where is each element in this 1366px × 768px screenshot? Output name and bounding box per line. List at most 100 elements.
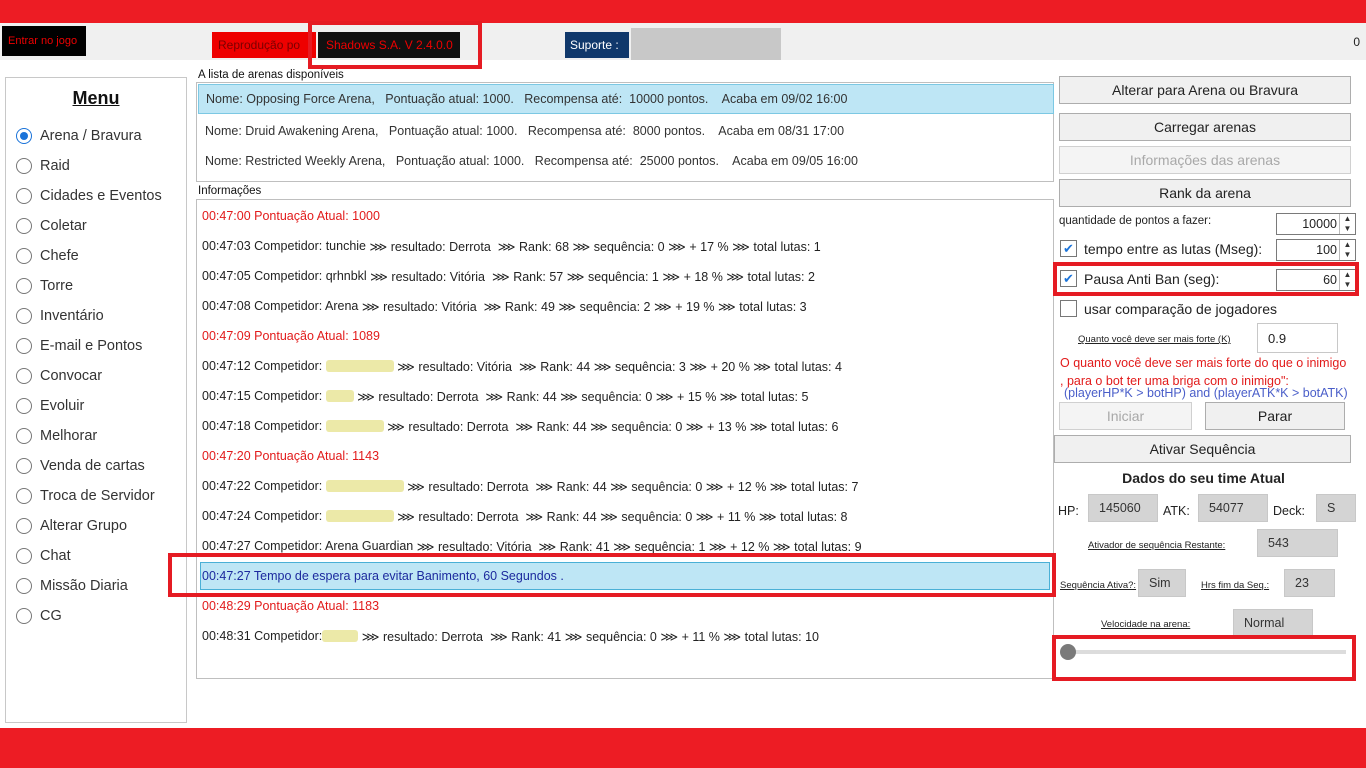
radio-icon[interactable] — [16, 548, 32, 564]
interval-stepper[interactable]: 100 ▲ ▼ — [1276, 239, 1356, 261]
menu-item[interactable]: CG — [16, 606, 62, 626]
activate-sequence-button[interactable]: Ativar Sequência — [1054, 435, 1351, 463]
sequence-end-hours-label: Hrs fim da Seq.: — [1201, 580, 1270, 591]
menu-item[interactable]: Arena / Bravura — [16, 126, 142, 146]
menu-item[interactable]: Alterar Grupo — [16, 516, 127, 536]
menu-item[interactable]: Convocar — [16, 366, 102, 386]
redacted-name — [325, 360, 394, 372]
support-field[interactable] — [631, 28, 781, 60]
annotation-box-anti-ban — [1053, 262, 1359, 296]
radio-icon[interactable] — [16, 398, 32, 414]
arena-row[interactable]: Nome: Druid Awakening Arena, Pontuação a… — [198, 116, 1054, 146]
menu-item[interactable]: Evoluir — [16, 396, 84, 416]
log-row: 00:47:08 Competidor: Arena ⋙ resultado: … — [202, 296, 807, 316]
radio-icon[interactable] — [16, 458, 32, 474]
menu-item[interactable]: Coletar — [16, 216, 87, 236]
arena-rank-button[interactable]: Rank da arena — [1059, 179, 1351, 207]
log-competitor: Competidor: — [250, 389, 326, 403]
radio-icon[interactable] — [16, 338, 32, 354]
start-button[interactable]: Iniciar — [1059, 402, 1192, 430]
menu-item-label: E-mail e Pontos — [40, 338, 143, 354]
menu-item-label: Melhorar — [40, 428, 98, 444]
arena-row[interactable]: Nome: Restricted Weekly Arena, Pontuação… — [198, 146, 1054, 176]
arena-row[interactable]: Nome: Opposing Force Arena, Pontuação at… — [198, 84, 1054, 114]
annotation-box-slider — [1052, 635, 1356, 681]
menu-item-label: Chat — [40, 548, 71, 564]
radio-icon[interactable] — [16, 158, 32, 174]
menu-item[interactable]: Cidades e Eventos — [16, 186, 162, 206]
arena-speed-value: Normal — [1233, 609, 1313, 637]
log-time: 00:47:18 — [202, 419, 251, 433]
radio-icon[interactable] — [16, 128, 32, 144]
log-competitor: Competidor: Arena — [250, 299, 359, 313]
menu-item-label: Coletar — [40, 218, 87, 234]
menu-item[interactable]: Chefe — [16, 246, 79, 266]
menu-item[interactable]: Troca de Servidor — [16, 486, 155, 506]
log-time: 00:47:09 — [202, 329, 251, 343]
menu-item[interactable]: Raid — [16, 156, 70, 176]
radio-icon[interactable] — [16, 248, 32, 264]
stepper-down-icon[interactable]: ▼ — [1340, 250, 1355, 260]
compare-players-checkbox[interactable] — [1060, 300, 1077, 317]
menu-item[interactable]: Melhorar — [16, 426, 97, 446]
load-arenas-button[interactable]: Carregar arenas — [1059, 113, 1351, 141]
arena-info-button[interactable]: Informações das arenas — [1059, 146, 1351, 174]
log-row: 00:47:15 Competidor: ⋙ resultado: Derrot… — [202, 386, 808, 406]
sequence-active-value: Sim — [1138, 569, 1186, 597]
log-time: 00:48:29 — [202, 599, 251, 613]
redacted-name — [325, 510, 394, 522]
menu-item[interactable]: E-mail e Pontos — [16, 336, 142, 356]
points-stepper[interactable]: 10000 ▲ ▼ — [1276, 213, 1356, 235]
switch-arena-bravura-button[interactable]: Alterar para Arena ou Bravura — [1059, 76, 1351, 104]
log-result: ⋙ resultado: Vitória ⋙ Rank: 41 ⋙ sequên… — [413, 539, 862, 554]
k-factor-formula: (playerHP*K > botHP) and (playerATK*K > … — [1064, 386, 1348, 400]
menu-item[interactable]: Chat — [16, 546, 71, 566]
log-row: 00:48:29 Pontuação Atual: 1183 — [202, 596, 379, 616]
log-result: ⋙ resultado: Derrota ⋙ Rank: 44 ⋙ sequên… — [403, 479, 859, 494]
info-label: Informações — [198, 185, 262, 197]
log-message: Pontuação Atual: 1000 — [250, 209, 380, 223]
radio-icon[interactable] — [16, 608, 32, 624]
stepper-up-icon[interactable]: ▲ — [1340, 214, 1355, 224]
enter-game-button[interactable]: Entrar no jogo — [2, 26, 86, 56]
stop-button[interactable]: Parar — [1205, 402, 1345, 430]
radio-icon[interactable] — [16, 278, 32, 294]
log-row: 00:47:24 Competidor: ⋙ resultado: Derrot… — [202, 506, 848, 526]
stepper-up-icon[interactable]: ▲ — [1340, 240, 1355, 250]
log-time: 00:47:03 — [202, 239, 251, 253]
log-competitor: Competidor: Arena Guardian — [250, 539, 414, 553]
radio-icon[interactable] — [16, 368, 32, 384]
radio-icon[interactable] — [16, 488, 32, 504]
menu-item-label: Alterar Grupo — [40, 518, 128, 534]
radio-icon[interactable] — [16, 308, 32, 324]
menu-item-label: Chefe — [40, 248, 79, 264]
log-message: Pontuação Atual: 1143 — [250, 449, 380, 463]
menu-item[interactable]: Inventário — [16, 306, 104, 326]
stepper-down-icon[interactable]: ▼ — [1340, 224, 1355, 234]
menu-item-label: Troca de Servidor — [40, 488, 155, 504]
radio-icon[interactable] — [16, 188, 32, 204]
radio-icon[interactable] — [16, 218, 32, 234]
log-competitor: Competidor: — [250, 509, 326, 523]
k-factor-input[interactable]: 0.9 — [1257, 323, 1338, 353]
radio-icon[interactable] — [16, 578, 32, 594]
deck-value: S — [1316, 494, 1356, 522]
log-row: 00:47:05 Competidor: qrhnbkl ⋙ resultado… — [202, 266, 815, 286]
menu-item[interactable]: Missão Diaria — [16, 576, 128, 596]
menu-panel: Menu Arena / Bravura Raid Cidades e Evento… — [5, 77, 187, 723]
log-competitor: Competidor: — [250, 419, 326, 433]
menu-item[interactable]: Venda de cartas — [16, 456, 145, 476]
menu-item-label: Arena / Bravura — [40, 128, 142, 144]
log-row: 00:47:12 Competidor: ⋙ resultado: Vitóri… — [202, 356, 842, 376]
menu-item-label: Evoluir — [40, 398, 85, 414]
log-row: 00:47:03 Competidor: tunchie ⋙ resultado… — [202, 236, 821, 256]
sequence-end-hours-value: 23 — [1284, 569, 1335, 597]
deck-label: Deck: — [1273, 504, 1305, 518]
interval-checkbox[interactable]: ✔ — [1060, 240, 1077, 257]
radio-icon[interactable] — [16, 518, 32, 534]
radio-icon[interactable] — [16, 428, 32, 444]
log-competitor: Competidor: — [250, 479, 326, 493]
menu-item[interactable]: Torre — [16, 276, 73, 296]
menu-item-label: Venda de cartas — [40, 458, 145, 474]
log-message: Pontuação Atual: 1089 — [250, 329, 380, 343]
